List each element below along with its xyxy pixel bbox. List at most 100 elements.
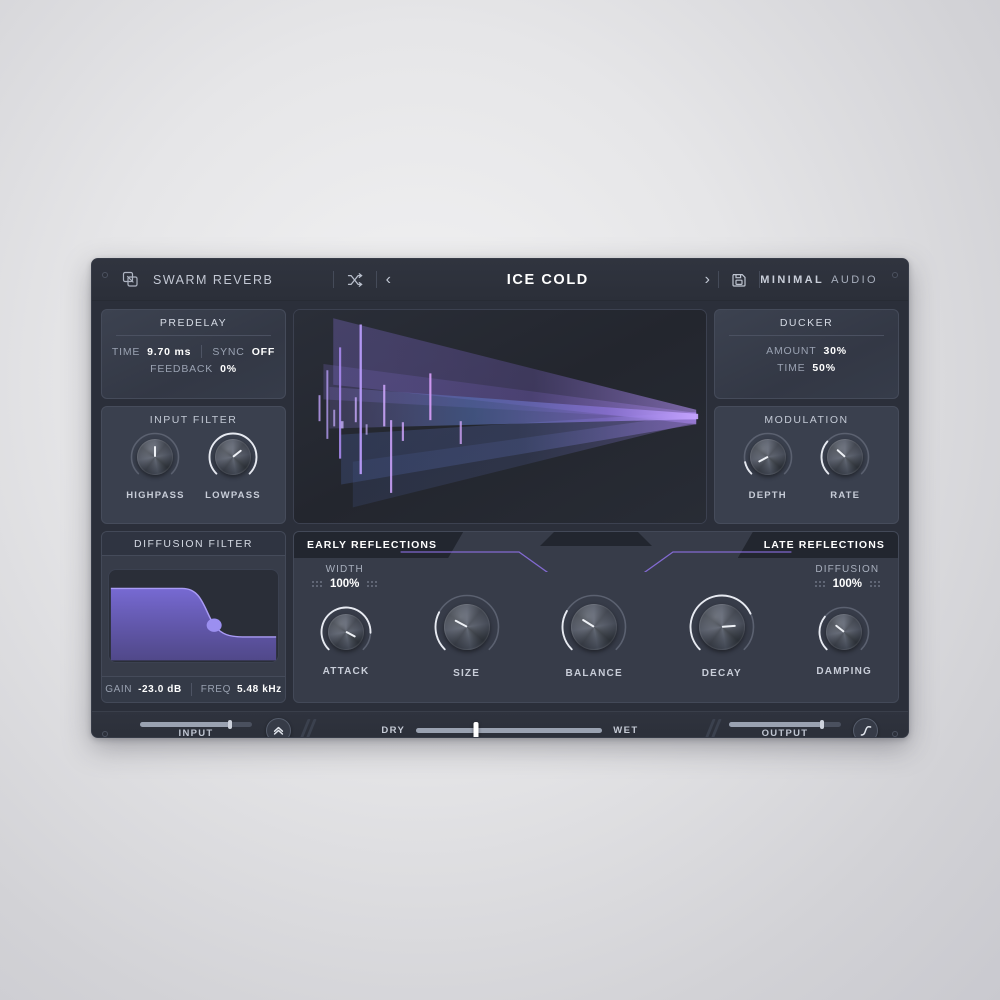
decay-knob[interactable]: DECAY: [689, 594, 755, 679]
balance-knob-cap: [571, 604, 617, 650]
s-curve-limiter-icon[interactable]: [853, 718, 878, 738]
predelay-sync-value[interactable]: OFF: [252, 346, 275, 358]
diffusion-gain-value[interactable]: -23.0 dB: [138, 684, 182, 695]
decay-knob-indicator: [722, 625, 736, 628]
width-value[interactable]: 100%: [330, 578, 359, 590]
brand-logo: MINIMAL AUDIO: [760, 274, 878, 286]
damping-knob-dial[interactable]: [818, 606, 870, 658]
preset-name[interactable]: ICE COLD: [399, 272, 696, 288]
width-param: WIDTH 100%: [312, 564, 377, 590]
predelay-feedback-row: FEEDBACK 0%: [102, 358, 285, 375]
lowpass-knob[interactable]: LOWPASS: [205, 432, 261, 501]
attack-knob-dial[interactable]: [320, 606, 372, 658]
predelay-title: PREDELAY: [102, 310, 285, 335]
dry-wet-slider[interactable]: [416, 728, 602, 733]
diffusion-drag-handle-left[interactable]: [815, 581, 825, 587]
diffusion-param: DIFFUSION 100%: [815, 564, 880, 590]
attack-knob-indicator: [346, 631, 356, 638]
reverb-impulse-visualizer[interactable]: [293, 309, 707, 524]
shuffle-icon[interactable]: [347, 272, 363, 288]
size-knob-indicator: [454, 620, 467, 628]
output-slider-group: OUTPUT: [729, 722, 841, 738]
screw-top-left: [102, 272, 108, 278]
input-filter-panel: INPUT FILTER HIGHPASS LOWPASS: [101, 406, 286, 524]
footer-slash-decoration-right: [703, 719, 721, 738]
input-slider-handle[interactable]: [228, 720, 232, 729]
plugin-header: SWARM REVERB ‹ ICE COLD › MINIMAL: [92, 259, 908, 301]
lowpass-knob-dial[interactable]: [208, 432, 258, 482]
diffusion-drag-handle-right[interactable]: [870, 581, 880, 587]
tabbar-center-notch: [540, 532, 652, 546]
rate-knob-dial[interactable]: [820, 432, 870, 482]
right-column: DUCKER AMOUNT 30% TIME 50% MODULATION DE…: [714, 309, 899, 524]
dry-label: DRY: [381, 725, 405, 736]
ducker-amount-value[interactable]: 30%: [823, 345, 846, 357]
lowpass-knob-cap: [215, 439, 251, 475]
decay-knob-cap: [699, 604, 745, 650]
highpass-knob[interactable]: HIGHPASS: [126, 432, 185, 501]
brand-secondary: AUDIO: [831, 274, 878, 286]
size-knob-dial[interactable]: [434, 594, 500, 660]
balance-knob[interactable]: BALANCE: [561, 594, 627, 679]
depth-knob[interactable]: DEPTH: [743, 432, 793, 501]
input-filter-title: INPUT FILTER: [102, 407, 285, 432]
floppy-save-icon[interactable]: [731, 272, 747, 288]
ducker-amount-label: AMOUNT: [766, 345, 816, 357]
attack-knob-label: ATTACK: [323, 666, 370, 677]
width-drag-handle-left[interactable]: [312, 581, 322, 587]
highpass-knob-dial[interactable]: [130, 432, 180, 482]
ducker-amount-row: AMOUNT 30%: [715, 336, 898, 357]
size-knob-cap: [444, 604, 490, 650]
output-slider-handle[interactable]: [820, 720, 824, 729]
duplicate-icon[interactable]: [121, 270, 140, 289]
input-slider[interactable]: [140, 722, 252, 727]
diffusion-foot-divider: [191, 683, 192, 696]
dry-wet-track-fill: [416, 728, 602, 733]
decay-knob-dial[interactable]: [689, 594, 755, 660]
next-preset-button[interactable]: ›: [696, 271, 718, 289]
damping-knob-cap: [826, 614, 862, 650]
diffusion-value[interactable]: 100%: [833, 578, 862, 590]
input-slider-fill: [140, 722, 230, 727]
footer-slash-decoration-left: [298, 719, 316, 738]
predelay-feedback-value[interactable]: 0%: [220, 363, 237, 375]
modulation-knob-row: DEPTH RATE: [715, 432, 898, 523]
filter-node-handle: [207, 619, 222, 632]
size-knob[interactable]: SIZE: [434, 594, 500, 679]
diffusion-filter-title: DIFFUSION FILTER: [102, 532, 285, 556]
output-slider[interactable]: [729, 722, 841, 727]
balance-knob-label: BALANCE: [566, 668, 623, 679]
width-label: WIDTH: [312, 564, 377, 575]
depth-knob-dial[interactable]: [743, 432, 793, 482]
damping-knob[interactable]: DAMPING: [816, 606, 872, 677]
prev-preset-button[interactable]: ‹: [377, 271, 399, 289]
input-slider-group: INPUT: [140, 722, 252, 738]
attack-knob[interactable]: ATTACK: [320, 606, 372, 677]
diffusion-filter-panel: DIFFUSION FILTER: [101, 531, 286, 703]
plugin-body: PREDELAY TIME 9.70 ms SYNC OFF FEEDBACK …: [92, 301, 908, 703]
top-row: PREDELAY TIME 9.70 ms SYNC OFF FEEDBACK …: [101, 309, 899, 524]
tab-late-reflections[interactable]: LATE REFLECTIONS: [738, 532, 898, 558]
width-drag-handle-right[interactable]: [367, 581, 377, 587]
predelay-sync-label: SYNC: [212, 346, 244, 358]
diffusion-gain-label: GAIN: [105, 684, 132, 695]
ducker-time-label: TIME: [777, 362, 805, 374]
diffusion-filter-values: GAIN -23.0 dB FREQ 5.48 kHz: [102, 676, 285, 702]
diffusion-freq-value[interactable]: 5.48 kHz: [237, 684, 282, 695]
lowpass-knob-label: LOWPASS: [205, 490, 261, 501]
rate-knob[interactable]: RATE: [820, 432, 870, 501]
predelay-panel: PREDELAY TIME 9.70 ms SYNC OFF FEEDBACK …: [101, 309, 286, 399]
rate-knob-label: RATE: [830, 490, 860, 501]
wet-label: WET: [613, 725, 638, 736]
diffusion-filter-graph[interactable]: [108, 569, 279, 663]
left-column: PREDELAY TIME 9.70 ms SYNC OFF FEEDBACK …: [101, 309, 286, 524]
screw-bottom-left: [102, 731, 108, 737]
balance-knob-dial[interactable]: [561, 594, 627, 660]
ducker-time-value[interactable]: 50%: [812, 362, 835, 374]
tab-early-reflections[interactable]: EARLY REFLECTIONS: [294, 532, 463, 558]
predelay-time-value[interactable]: 9.70 ms: [147, 346, 191, 358]
chevron-double-up-icon[interactable]: [266, 718, 291, 738]
dry-wet-handle[interactable]: [473, 722, 478, 738]
input-label: INPUT: [179, 728, 214, 738]
damping-knob-label: DAMPING: [816, 666, 872, 677]
